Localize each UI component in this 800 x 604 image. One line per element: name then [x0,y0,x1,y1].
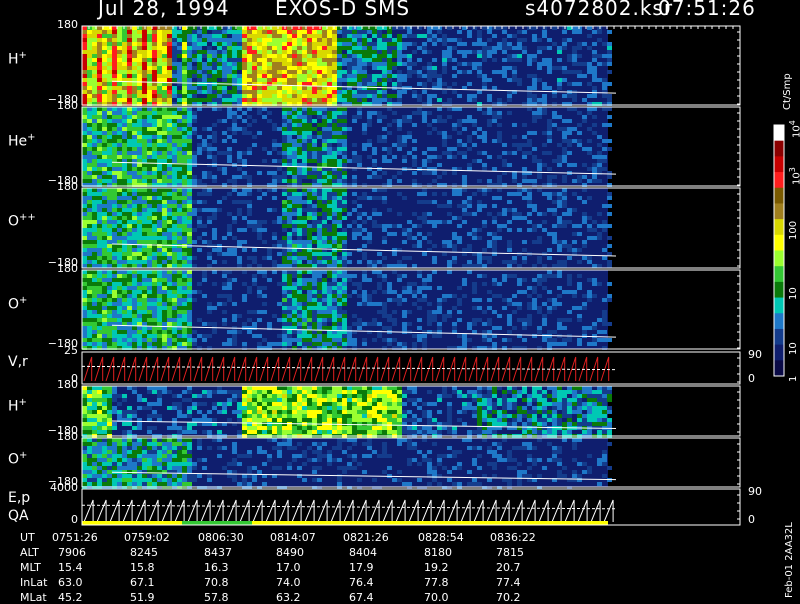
y-tick-top: 180 [30,262,78,275]
ephemeris-cell: 17.9 [349,561,374,574]
ephemeris-cell: 70.0 [424,591,449,604]
ephemeris-cell: 0759:02 [124,531,170,544]
panel-label-oplus1: O+ [8,295,27,313]
ephemeris-cell: 45.2 [58,591,83,604]
ephemeris-cell: 7815 [496,546,524,559]
ephemeris-cell: 70.8 [204,576,229,589]
ephemeris-cell: 77.4 [496,576,521,589]
ephemeris-cell: 67.4 [349,591,374,604]
ephemeris-cell: 76.4 [349,576,374,589]
colorbar-tick: 10 [788,287,799,300]
panel-oplusplus [82,188,616,268]
panel-oplus2 [82,438,616,490]
ephemeris-cell: 8437 [204,546,232,559]
colorbar-tick: 104 [788,120,800,138]
panel-label-ep: E,p [8,490,30,506]
panel-vr [82,352,616,384]
y-tick-top: 180 [30,378,78,391]
ephemeris-cell: 7906 [58,546,86,559]
colorbar [774,125,784,377]
plot-date: Jul 28, 1994 [98,0,230,20]
ephemeris-cell: 16.3 [204,561,229,574]
ephemeris-cell: 70.2 [496,591,521,604]
ephemeris-label-ut: UT [20,531,35,544]
panel-label-oplus2: O+ [8,450,27,468]
spectrogram-figure [0,0,800,600]
plot-filename: s4072802.ksr [525,0,673,20]
ephemeris-label-inlat: InLat [20,576,47,589]
ephemeris-cell: 0828:54 [418,531,464,544]
y-tick-bottom: 0 [30,513,78,526]
ephemeris-cell: 51.9 [130,591,155,604]
ephemeris-cell: 0814:07 [270,531,316,544]
ephemeris-cell: 17.0 [276,561,301,574]
y-tick-top: 4000 [30,481,78,494]
ephemeris-label-mlat: MLat [20,591,47,604]
ephemeris-label-mlt: MLT [20,561,41,574]
panel-label-vr: V,r [8,354,28,370]
panel-label-oplusplus: O++ [8,212,36,230]
y-tick-top: 180 [30,18,78,31]
panel-hplus2 [82,386,616,438]
ephemeris-cell: 15.8 [130,561,155,574]
y-tick-top: 25 [30,344,78,357]
colorbar-tick: 1 [788,376,799,382]
panel-hplus1 [82,26,616,106]
ephemeris-cell: 8404 [349,546,377,559]
ephemeris-cell: 0821:26 [343,531,389,544]
plot-instrument: EXOS-D SMS [275,0,410,20]
qa-bar [82,521,608,525]
ephemeris-cell: 8180 [424,546,452,559]
ephemeris-cell: 8245 [130,546,158,559]
ephemeris-cell: 0836:22 [490,531,536,544]
ephemeris-cell: 74.0 [276,576,301,589]
y2-tick-top: 90 [748,485,762,498]
ephemeris-cell: 57.8 [204,591,229,604]
y2-tick-top: 90 [748,348,762,361]
y2-tick-bottom: 0 [748,372,755,385]
side-label: Feb-01 2AA32L [784,522,795,598]
panel-label-hplus2: H+ [8,397,27,415]
ephemeris-cell: 15.4 [58,561,83,574]
panel-oplus1 [82,270,616,350]
y-tick-top: 180 [30,99,78,112]
ephemeris-cell: 8490 [276,546,304,559]
ephemeris-cell: 77.8 [424,576,449,589]
y-tick-top: 180 [30,180,78,193]
colorbar-unit: Ct/Smp [782,73,793,110]
ephemeris-label-alt: ALT [20,546,39,559]
panel-heplus [82,107,616,187]
panel-label-hplus1: H+ [8,50,27,68]
ephemeris-cell: 63.2 [276,591,301,604]
colorbar-tick: 100 [788,221,799,240]
y2-tick-bottom: 0 [748,513,755,526]
qa-bar-segment [182,521,252,525]
colorbar-tick: 103 [788,167,800,185]
plot-time: 07:51:26 [658,0,756,20]
ephemeris-cell: 0806:30 [198,531,244,544]
ephemeris-cell: 19.2 [424,561,449,574]
y-tick-top: 180 [30,430,78,443]
panel-ep [82,489,616,525]
panel-label-qa: QA [8,508,29,524]
ephemeris-cell: 20.7 [496,561,521,574]
colorbar-tick: 10 [788,342,799,355]
panel-label-heplus: He+ [8,132,36,150]
ephemeris-cell: 63.0 [58,576,83,589]
ephemeris-cell: 0751:26 [52,531,98,544]
ephemeris-cell: 67.1 [130,576,155,589]
